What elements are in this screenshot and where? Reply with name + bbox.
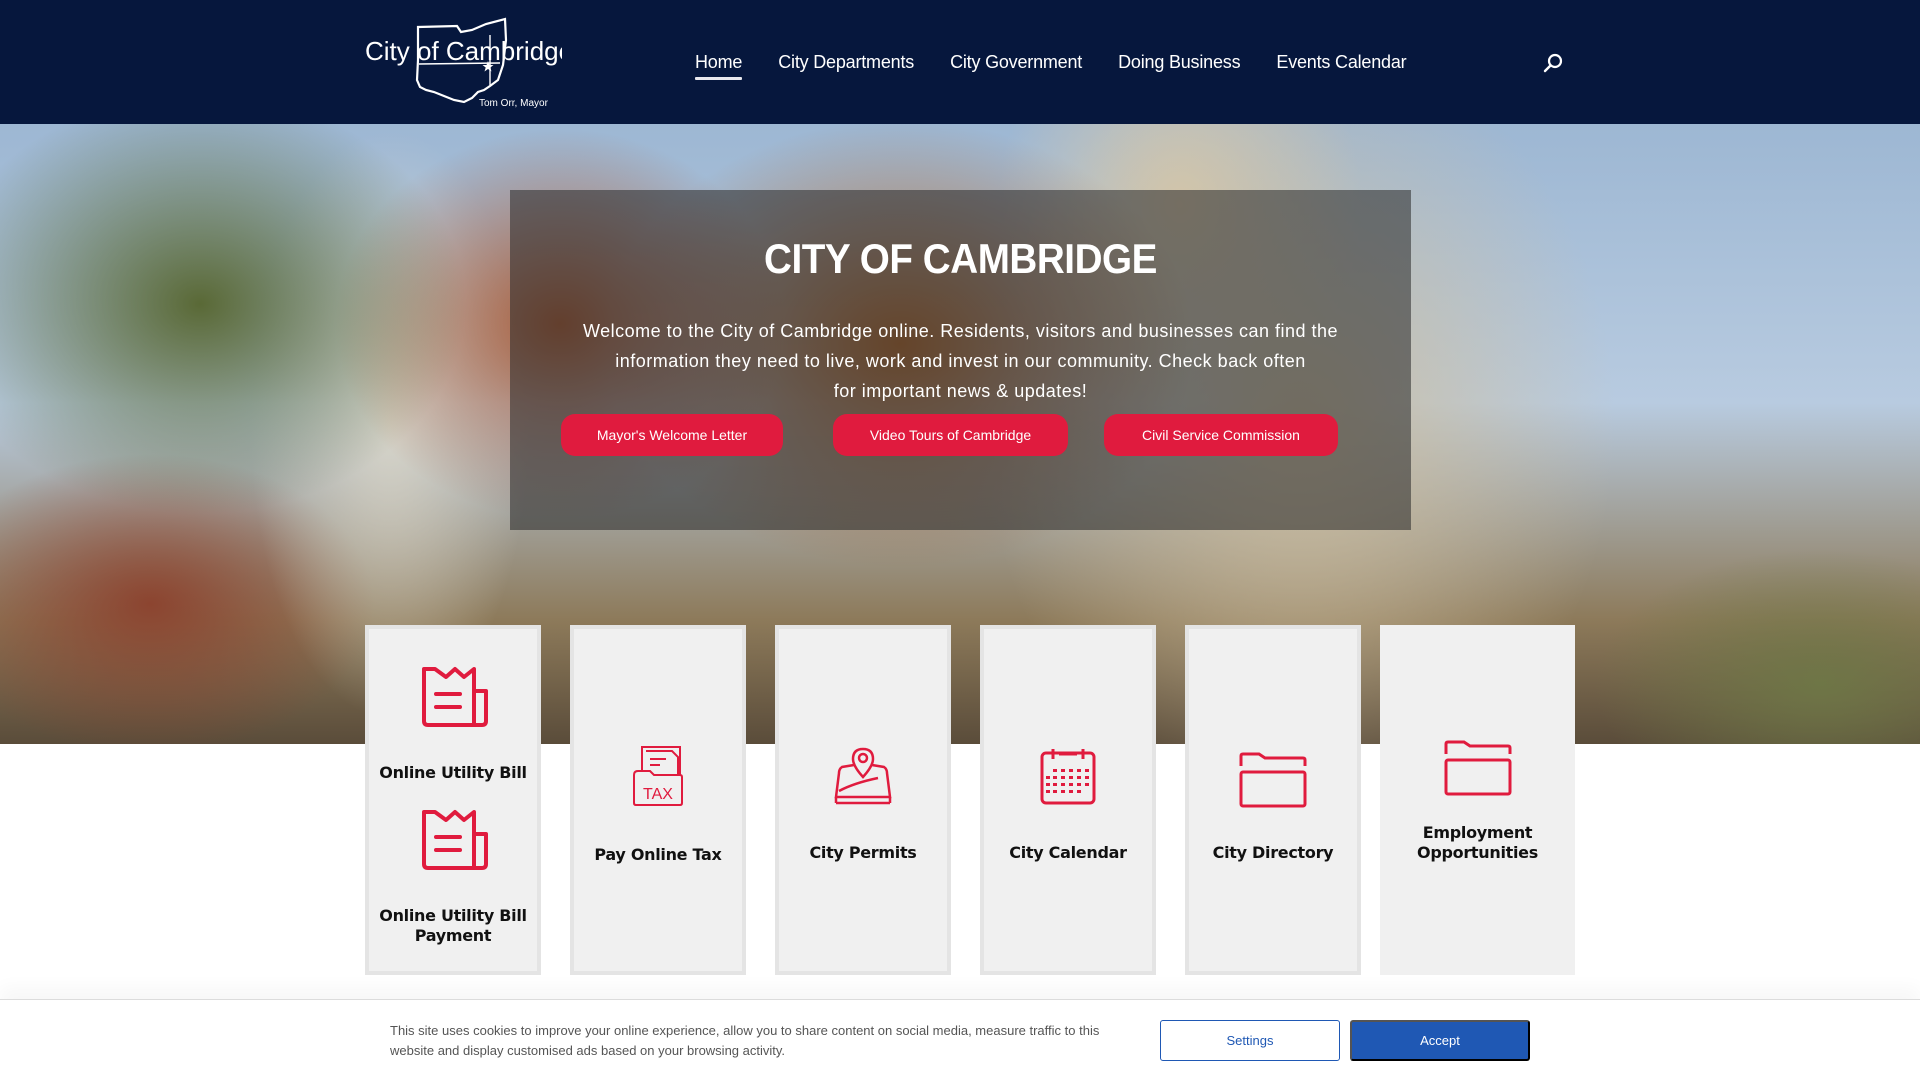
hero-welcome-text: Welcome to the City of Cambridge online.… — [550, 316, 1371, 406]
logo-title: City of Cambridge — [365, 36, 562, 66]
search-icon — [1543, 53, 1563, 73]
hero-overlay-panel: CITY OF CAMBRIDGE Welcome to the City of… — [510, 190, 1411, 530]
hero-text-line: information they need to live, work and … — [615, 351, 1306, 371]
hero-banner: CITY OF CAMBRIDGE Welcome to the City of… — [0, 124, 1920, 744]
nav-item-doing-business[interactable]: Doing Business — [1118, 50, 1240, 74]
cookie-accept-button[interactable]: Accept — [1350, 1020, 1530, 1061]
nav-item-city-departments[interactable]: City Departments — [778, 50, 914, 74]
hero-text-line: for important news & updates! — [833, 381, 1088, 401]
card-label: Online Utility Bill — [379, 763, 527, 782]
hero-title: CITY OF CAMBRIDGE — [764, 235, 1157, 282]
site-logo[interactable]: City of Cambridge Tom Orr, Mayor — [362, 10, 562, 114]
card-employment-opportunities[interactable]: Employment Opportunities — [1380, 625, 1575, 975]
card-label: City Permits — [809, 843, 917, 862]
card-pay-online-tax[interactable]: TAX Pay Online Tax — [570, 625, 746, 975]
card-label: Online Utility Bill Payment — [379, 906, 527, 945]
card-city-permits[interactable]: City Permits — [775, 625, 951, 975]
cookie-notice-text: This site uses cookies to improve your o… — [390, 1023, 1100, 1058]
hero-text-line: Welcome to the City of Cambridge online.… — [582, 321, 1339, 341]
map-pin-icon — [834, 745, 892, 807]
svg-text:TAX: TAX — [643, 786, 673, 803]
card-label: Employment Opportunities — [1417, 823, 1538, 862]
ohio-outline-logo-icon: City of Cambridge Tom Orr, Mayor — [365, 17, 562, 109]
site-header: City of Cambridge Tom Orr, Mayor Home Ci… — [0, 0, 1920, 124]
search-button[interactable] — [1540, 50, 1566, 76]
tax-folder-icon: TAX — [632, 745, 684, 807]
newspaper-icon — [418, 665, 488, 727]
folder-icon — [1444, 737, 1512, 799]
nav-item-city-government[interactable]: City Government — [950, 50, 1082, 74]
card-online-utility-bill[interactable]: Online Utility Bill Online Utility Bill … — [365, 625, 541, 975]
calendar-icon — [1039, 745, 1097, 807]
mayors-welcome-letter-button[interactable]: Mayor's Welcome Letter — [561, 414, 783, 456]
card-label: Pay Online Tax — [594, 845, 722, 864]
card-city-calendar[interactable]: City Calendar — [980, 625, 1156, 975]
nav-item-events-calendar[interactable]: Events Calendar — [1276, 50, 1406, 74]
card-city-directory[interactable]: City Directory — [1185, 625, 1361, 975]
card-label: City Calendar — [1009, 843, 1127, 862]
civil-service-commission-button[interactable]: Civil Service Commission — [1104, 414, 1338, 456]
card-label: City Directory — [1212, 843, 1334, 862]
nav-item-home[interactable]: Home — [695, 50, 743, 80]
logo-subtitle: Tom Orr, Mayor — [479, 98, 549, 109]
cookie-consent-banner: This site uses cookies to improve your o… — [0, 999, 1920, 1080]
folder-icon — [1239, 749, 1307, 811]
main-nav: Home City Departments City Government Do… — [695, 50, 1407, 80]
cookie-settings-button[interactable]: Settings — [1160, 1020, 1340, 1061]
newspaper-icon — [418, 808, 488, 870]
video-tours-button[interactable]: Video Tours of Cambridge — [833, 414, 1068, 456]
